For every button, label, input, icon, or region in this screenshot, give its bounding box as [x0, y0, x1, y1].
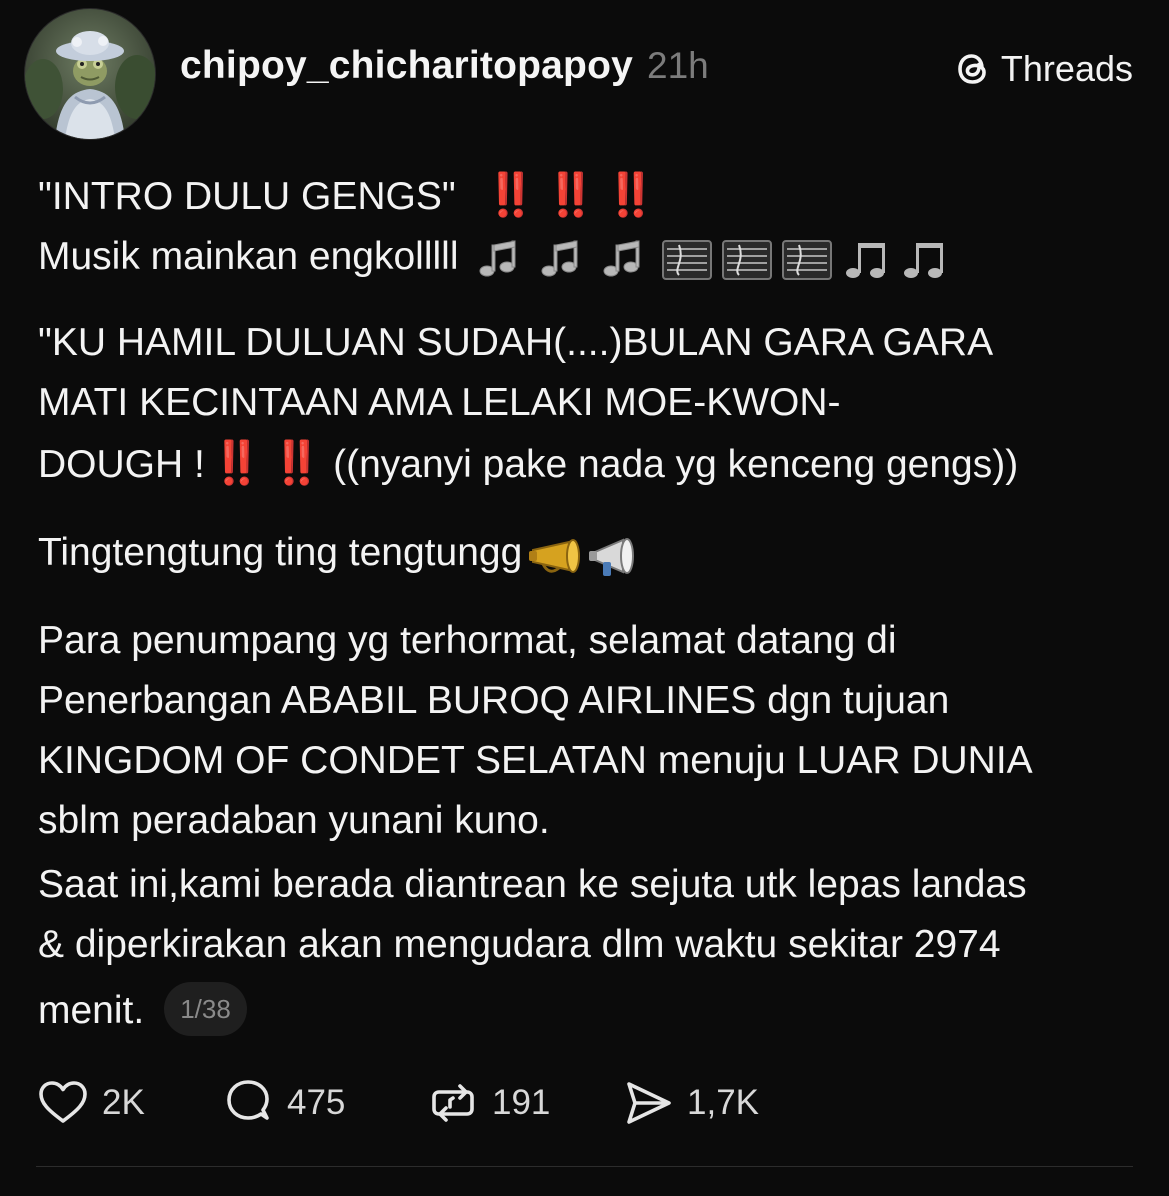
post-text: Tingtengtung ting tengtungg	[38, 531, 523, 574]
threads-logo-icon	[958, 54, 986, 84]
frog-portrait-avatar-icon	[25, 9, 155, 139]
post-line: DOUGH ! ‼️ ‼️ ((nyanyi pake nada yg kencen…	[38, 433, 1138, 495]
post-text: ((nyanyi pake nada yg kenceng gengs))	[333, 443, 1019, 486]
comment-bubble-icon	[227, 1080, 269, 1120]
post-time: 21h	[647, 45, 709, 86]
share-count: 1,7K	[687, 1083, 759, 1122]
post-text: menit.	[38, 989, 145, 1032]
repost-count: 191	[492, 1083, 551, 1122]
threads-post: chipoy_chicharitopapoy 21h Threads "INTR…	[0, 0, 1169, 1196]
page-indicator-badge: 1/38	[164, 981, 247, 1036]
post-line: & diperkirakan akan mengudara dlm waktu …	[38, 923, 1001, 966]
threads-label: Threads	[1000, 48, 1133, 89]
megaphone-icon	[529, 537, 635, 576]
post-line: menit. 1/38	[38, 981, 1138, 1041]
double-exclamation-icon: ‼️ ‼️ ‼️	[484, 171, 657, 218]
post-line: "INTRO DULU GENGS" ‼️ ‼️ ‼️	[38, 165, 1138, 227]
post-text: "INTRO DULU GENGS"	[38, 175, 456, 218]
action-bar: 2K 475 191 1,7K	[36, 1075, 759, 1131]
divider	[36, 1166, 1133, 1167]
username[interactable]: chipoy_chicharitopapoy	[180, 44, 633, 88]
post-body: "INTRO DULU GENGS" ‼️ ‼️ ‼️ Musik mainka…	[38, 165, 1138, 1041]
like-count: 2K	[102, 1083, 145, 1122]
reply-count: 475	[287, 1083, 346, 1122]
post-line: Penerbangan ABABIL BUROQ AIRLINES dgn tu…	[38, 679, 950, 722]
avatar[interactable]	[24, 8, 156, 140]
post-line: MATI KECINTAAN AMA LELAKI MOE-KWON-	[38, 381, 841, 424]
heart-icon	[39, 1081, 87, 1123]
post-text: DOUGH !	[38, 443, 205, 486]
post-line: sblm peradaban yunani kuno.	[38, 799, 550, 842]
send-icon	[627, 1082, 671, 1124]
post-line: Para penumpang yg terhormat, selamat dat…	[38, 619, 897, 662]
reply-button[interactable]: 475	[221, 1076, 426, 1130]
music-notes-icon	[479, 239, 944, 280]
post-header: chipoy_chicharitopapoy 21h	[180, 44, 709, 94]
post-line: KINGDOM OF CONDET SELATAN menuju LUAR DU…	[38, 739, 1033, 782]
post-text: Musik mainkan engkolllll	[38, 235, 459, 278]
post-line: Tingtengtung ting tengtungg	[38, 523, 1138, 583]
like-button[interactable]: 2K	[36, 1076, 221, 1130]
post-line: Musik mainkan engkolllll	[38, 227, 1138, 287]
repost-button[interactable]: 191	[426, 1076, 621, 1130]
double-exclamation-icon: ‼️ ‼️	[210, 439, 323, 486]
share-button[interactable]: 1,7K	[621, 1076, 759, 1130]
repost-icon	[432, 1084, 474, 1122]
post-line: "KU HAMIL DULUAN SUDAH(....)BULAN GARA G…	[38, 321, 994, 364]
post-line: Saat ini,kami berada diantrean ke sejuta…	[38, 863, 1027, 906]
threads-brand: Threads	[953, 48, 1133, 90]
